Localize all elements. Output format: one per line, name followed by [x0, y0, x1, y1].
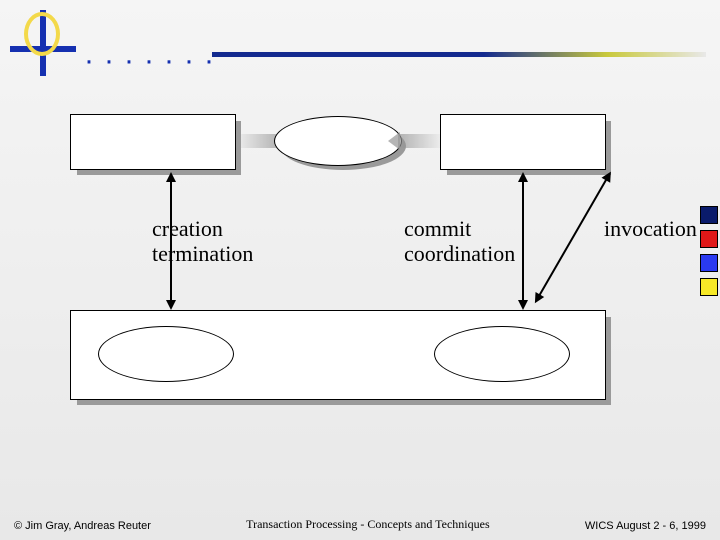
arrow-commit-coordination	[522, 180, 524, 302]
footer-event: WICS August 2 - 6, 1999	[585, 520, 706, 532]
arrow-creation-termination	[170, 180, 172, 302]
oval-top-center	[274, 116, 402, 166]
box-top-left	[70, 114, 236, 170]
arrow-top-right	[398, 134, 444, 148]
box-top-right	[440, 114, 606, 170]
label-invocation: invocation	[604, 216, 697, 241]
arrow-invocation	[538, 178, 608, 297]
footer-copyright: © Jim Gray, Andreas Reuter	[14, 520, 151, 532]
footer: © Jim Gray, Andreas Reuter Transaction P…	[0, 517, 720, 532]
color-chips	[700, 206, 720, 302]
oval-bottom-right	[434, 326, 570, 382]
footer-title: Transaction Processing - Concepts and Te…	[246, 517, 489, 532]
oval-bottom-left	[98, 326, 234, 382]
decorative-dots: ·······	[84, 44, 224, 78]
header-rule	[212, 52, 706, 57]
label-commit-coordination: commit coordination	[404, 216, 515, 267]
label-creation-termination: creation termination	[152, 216, 253, 267]
slide-logo	[6, 6, 76, 76]
